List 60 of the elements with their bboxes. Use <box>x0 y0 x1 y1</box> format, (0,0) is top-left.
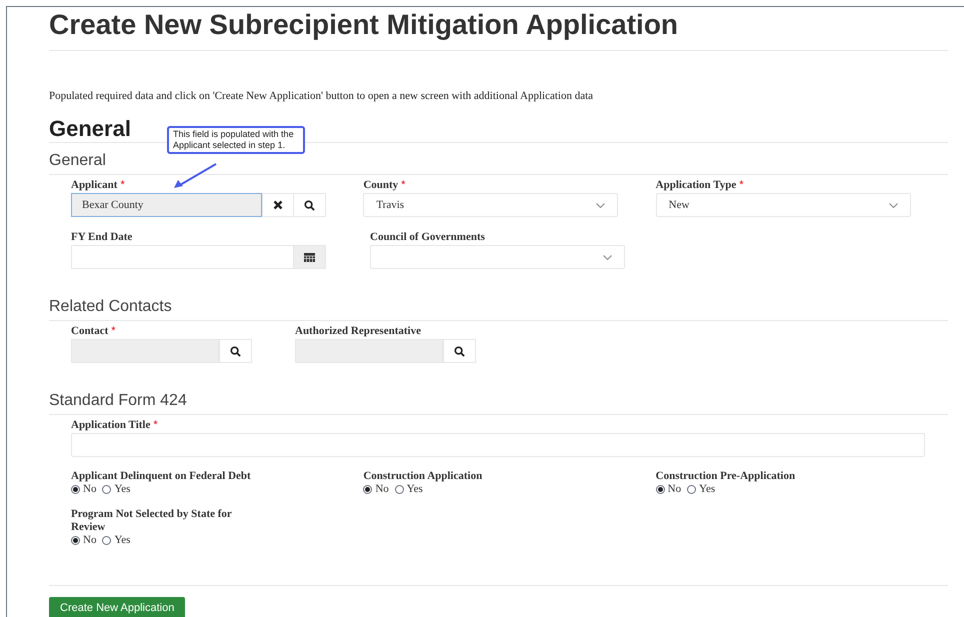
search-button[interactable] <box>294 193 326 217</box>
search-button[interactable] <box>443 339 476 363</box>
required-mark: * <box>111 325 116 337</box>
search-icon <box>454 346 465 356</box>
calendar-icon <box>304 252 315 262</box>
radio-label: Yes <box>406 483 423 496</box>
input-field[interactable] <box>71 339 219 363</box>
callout: This field is populated with the Applicant selected in step 1. <box>167 126 305 154</box>
radio-label: Yes <box>699 483 716 496</box>
close-icon <box>273 200 283 210</box>
dropdown[interactable]: New <box>656 193 911 217</box>
chevron-down-icon <box>603 254 612 260</box>
input-field[interactable] <box>295 339 443 363</box>
input-field[interactable]: Bexar County <box>71 193 262 217</box>
search-icon <box>230 346 241 356</box>
chevron-down-icon <box>888 202 898 208</box>
field-label: Application Type <box>656 179 736 191</box>
callout-arrow <box>172 163 218 189</box>
field-label: Council of Governments <box>370 231 485 243</box>
radio-label: No <box>83 534 96 547</box>
create-application-button[interactable]: Create New Application <box>49 597 186 617</box>
input-field[interactable] <box>71 433 925 457</box>
radio-label: Yes <box>114 483 130 496</box>
instruction-text: Populated required data and click on 'Create New Application' button to open a new screen with additional Application data <box>49 89 594 103</box>
section-subheading: Related Contacts <box>49 297 948 321</box>
chevron-down-icon <box>596 202 606 208</box>
field-label: Applicant Delinquent on Federal Debt <box>71 470 252 483</box>
radio-label: Yes <box>114 534 130 547</box>
field-label: Construction Application <box>363 470 484 483</box>
radio-label: No <box>668 483 682 496</box>
radio-button[interactable] <box>687 485 696 494</box>
field-label: Program Not Selected by State for Review <box>71 508 233 534</box>
radio-label: No <box>375 483 389 496</box>
field-label: FY End Date <box>71 231 132 243</box>
calendar-button[interactable] <box>294 245 326 269</box>
field-label: Application Title <box>71 419 150 431</box>
radio-button[interactable] <box>102 485 112 494</box>
required-mark: * <box>401 179 406 191</box>
radio-button[interactable] <box>71 485 80 494</box>
radio-button[interactable] <box>656 485 665 494</box>
radio-label: No <box>83 483 96 496</box>
required-mark: * <box>739 179 744 191</box>
radio-button[interactable] <box>71 536 80 545</box>
field-label: Applicant <box>71 179 118 191</box>
radio-button[interactable] <box>102 536 112 545</box>
section-subheading: Standard Form 424 <box>49 391 948 415</box>
radio-button[interactable] <box>394 485 404 494</box>
dropdown[interactable]: Travis <box>363 193 618 217</box>
search-button[interactable] <box>219 339 252 363</box>
required-mark: * <box>153 419 158 431</box>
field-label: Construction Pre-Application <box>656 470 796 483</box>
search-icon <box>304 200 315 210</box>
date-field[interactable] <box>71 245 294 269</box>
field-label: Contact <box>71 325 108 337</box>
page-title: Create New Subrecipient Mitigation Application <box>49 8 948 51</box>
required-mark: * <box>120 179 125 191</box>
field-label: Authorized Representative <box>295 325 421 337</box>
clear-button[interactable] <box>262 193 294 217</box>
field-label: County <box>363 179 398 191</box>
radio-button[interactable] <box>363 485 372 494</box>
